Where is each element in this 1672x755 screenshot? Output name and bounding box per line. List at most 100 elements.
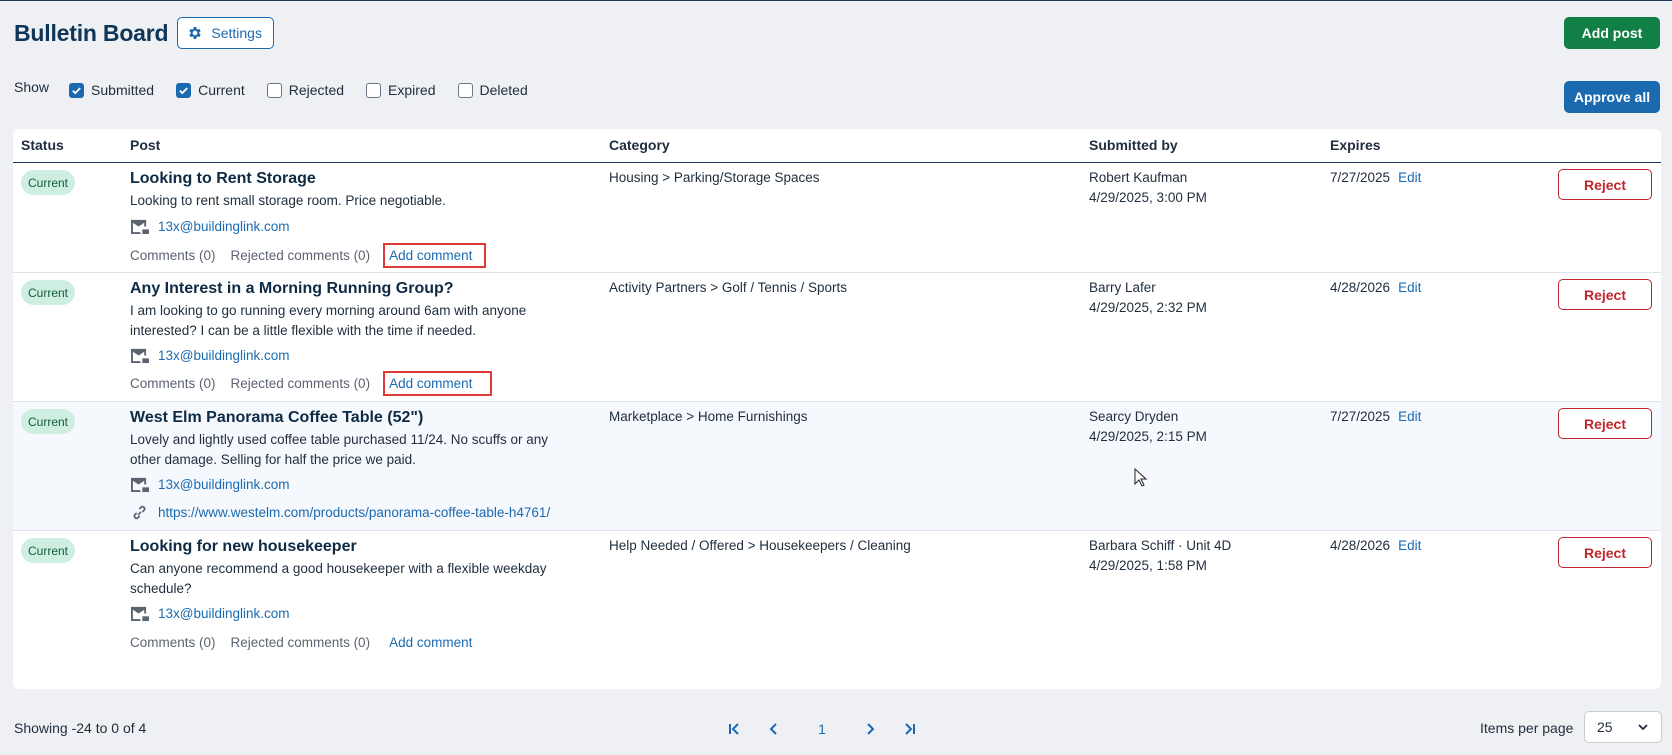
submitter-name: Barry Lafer: [1089, 280, 1156, 295]
rejected-comments-link[interactable]: Rejected comments (0): [231, 248, 371, 263]
expires-date: 7/27/2025: [1330, 170, 1391, 185]
next-page-button[interactable]: [850, 713, 890, 745]
add-comment-link[interactable]: Add comment: [383, 371, 493, 396]
mail-icon: [131, 477, 149, 493]
filter-deleted[interactable]: Deleted: [457, 82, 528, 98]
email-link[interactable]: 13x@buildinglink.com: [158, 606, 290, 621]
table-row: Current Looking to Rent Storage Looking …: [13, 163, 1661, 273]
filter-submitted[interactable]: Submitted: [69, 82, 154, 98]
prev-page-button[interactable]: [754, 713, 794, 745]
showing-count: Showing -24 to 0 of 4: [14, 720, 147, 736]
status-badge: Current: [21, 170, 75, 195]
post-url[interactable]: https://www.westelm.com/products/panoram…: [130, 504, 550, 521]
post-email[interactable]: 13x@buildinglink.com: [130, 347, 290, 364]
post-title: Looking for new housekeeper: [130, 538, 357, 555]
status-filters: Show Submitted Current Rejected Expired …: [14, 79, 550, 98]
submitted-by: Barbara Schiff · Unit 4D 4/29/2025, 1:58…: [1089, 536, 1231, 576]
items-per-page-select[interactable]: 25: [1584, 711, 1662, 743]
reject-button[interactable]: Reject: [1558, 537, 1652, 568]
filter-label: Submitted: [91, 82, 155, 98]
settings-button[interactable]: Settings: [177, 17, 274, 49]
column-header-post: Post: [130, 137, 161, 153]
post-title: West Elm Panorama Coffee Table (52"): [130, 409, 424, 426]
add-post-button[interactable]: Add post: [1564, 17, 1660, 49]
post-email[interactable]: 13x@buildinglink.com: [130, 476, 290, 493]
status-badge: Current: [21, 280, 75, 305]
page-header: Bulletin Board Settings: [14, 17, 274, 49]
table-row: Current West Elm Panorama Coffee Table (…: [13, 402, 1661, 531]
post-category: Activity Partners > Golf / Tennis / Spor…: [609, 280, 847, 295]
post-body: I am looking to go running every morning…: [130, 303, 527, 338]
column-header-expires: Expires: [1330, 137, 1381, 153]
settings-label: Settings: [211, 25, 262, 41]
reject-button[interactable]: Reject: [1558, 408, 1652, 439]
submitted-date: 4/29/2025, 2:32 PM: [1089, 300, 1207, 315]
reject-button[interactable]: Reject: [1558, 169, 1652, 200]
post-title: Any Interest in a Morning Running Group?: [130, 280, 454, 297]
pager: 1: [714, 713, 930, 745]
edit-link[interactable]: Edit: [1398, 538, 1421, 553]
checkbox-expired[interactable]: [366, 82, 382, 98]
email-link[interactable]: 13x@buildinglink.com: [158, 477, 290, 492]
comments-link[interactable]: Comments (0): [130, 635, 216, 650]
filter-expired[interactable]: Expired: [366, 82, 436, 98]
email-link[interactable]: 13x@buildinglink.com: [158, 219, 290, 234]
post-email[interactable]: 13x@buildinglink.com: [130, 218, 290, 235]
items-per-page-label: Items per page: [1480, 720, 1574, 736]
submitted-date: 4/29/2025, 3:00 PM: [1089, 190, 1207, 205]
checkbox-submitted[interactable]: [69, 82, 85, 98]
pagination-footer: Showing -24 to 0 of 4 1 Items per page 2…: [14, 711, 1662, 747]
table-row: Current Any Interest in a Morning Runnin…: [13, 273, 1661, 402]
submitter-name: Barbara Schiff · Unit 4D: [1089, 538, 1232, 553]
last-page-button[interactable]: [890, 713, 930, 745]
email-link[interactable]: 13x@buildinglink.com: [158, 348, 290, 363]
comments-link[interactable]: Comments (0): [130, 248, 216, 263]
comment-actions: Comments (0) Rejected comments (0) Add c…: [130, 243, 487, 268]
add-comment-link[interactable]: Add comment: [385, 632, 484, 653]
expires-date: 4/28/2026: [1330, 280, 1391, 295]
edit-link[interactable]: Edit: [1398, 280, 1421, 295]
comments-link[interactable]: Comments (0): [130, 376, 216, 391]
filter-label: Deleted: [479, 82, 528, 98]
chevron-left-icon: [769, 723, 777, 735]
filter-current[interactable]: Current: [176, 82, 245, 98]
checkbox-current[interactable]: [176, 82, 192, 98]
approve-all-button[interactable]: Approve all: [1564, 81, 1660, 113]
column-header-category: Category: [609, 137, 670, 153]
reject-button[interactable]: Reject: [1558, 279, 1652, 310]
post-link[interactable]: https://www.westelm.com/products/panoram…: [158, 505, 550, 520]
expires-date: 4/28/2026: [1330, 538, 1391, 553]
submitted-date: 4/29/2025, 2:15 PM: [1089, 429, 1207, 444]
first-page-button[interactable]: [714, 713, 754, 745]
current-page[interactable]: 1: [794, 721, 850, 737]
table-header: Status Post Category Submitted by Expire…: [13, 129, 1661, 163]
mail-icon: [131, 606, 149, 622]
items-per-page-value: 25: [1597, 719, 1613, 735]
mouse-cursor-icon: [1134, 468, 1148, 487]
filter-rejected[interactable]: Rejected: [266, 82, 345, 98]
last-page-icon: [905, 723, 915, 735]
rejected-comments-link[interactable]: Rejected comments (0): [231, 376, 371, 391]
post-category: Housing > Parking/Storage Spaces: [609, 170, 820, 185]
first-page-icon: [729, 723, 739, 735]
column-header-submitted-by: Submitted by: [1089, 137, 1178, 153]
post-body: Looking to rent small storage room. Pric…: [130, 193, 446, 208]
post-category: Marketplace > Home Furnishings: [609, 409, 808, 424]
rejected-comments-link[interactable]: Rejected comments (0): [231, 635, 371, 650]
submitted-date: 4/29/2025, 1:58 PM: [1089, 558, 1207, 573]
post-email[interactable]: 13x@buildinglink.com: [130, 605, 290, 622]
checkbox-rejected[interactable]: [266, 82, 282, 98]
filter-label: Rejected: [288, 82, 345, 98]
gear-icon: [189, 27, 202, 39]
link-icon: [133, 505, 146, 520]
mail-icon: [131, 348, 149, 364]
filter-label: Current: [198, 82, 245, 98]
checkbox-deleted[interactable]: [457, 82, 473, 98]
edit-link[interactable]: Edit: [1398, 170, 1421, 185]
post-category: Help Needed / Offered > Housekeepers / C…: [609, 538, 911, 553]
edit-link[interactable]: Edit: [1398, 409, 1421, 424]
add-comment-link[interactable]: Add comment: [383, 243, 487, 268]
submitted-by: Searcy Dryden 4/29/2025, 2:15 PM: [1089, 407, 1207, 447]
check-icon: [72, 86, 81, 94]
chevron-down-icon: [1638, 724, 1648, 731]
